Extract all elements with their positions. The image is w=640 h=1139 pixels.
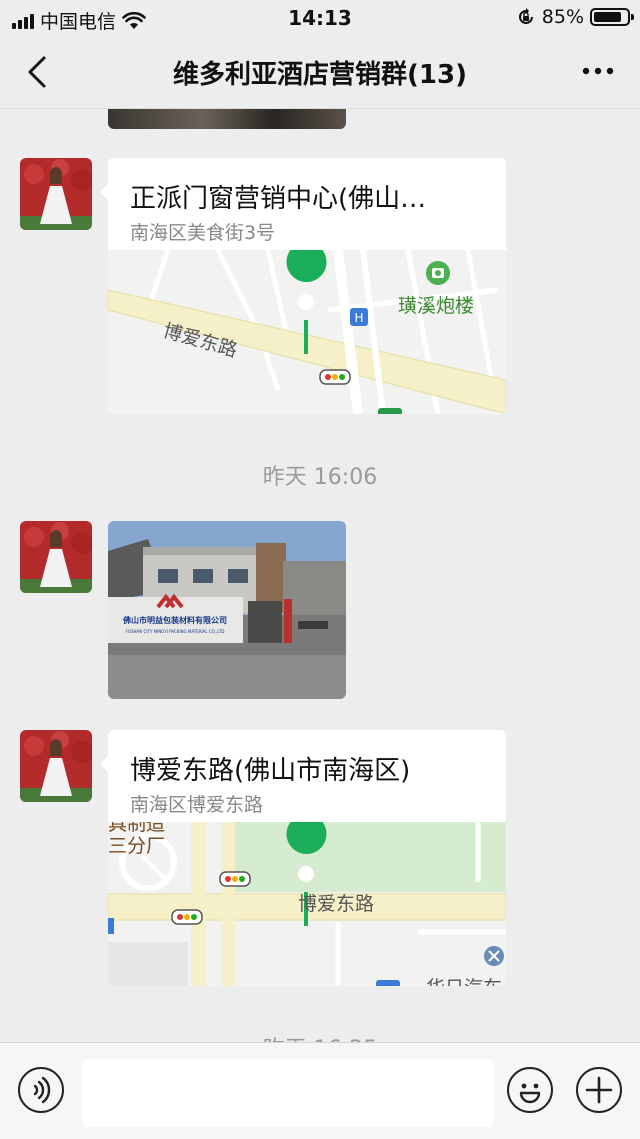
map-road-label: 博爱东路 <box>298 893 374 915</box>
sign-text-en: FOSHAN CITY MINGYI PACKING MATERIAL CO.,… <box>126 629 225 634</box>
svg-text:H: H <box>354 311 363 325</box>
avatar[interactable] <box>20 730 92 802</box>
location-name: 正派门窗营销中心(佛山… <box>130 184 427 214</box>
more-dots-icon <box>582 67 614 75</box>
map-label: 三分厂 <box>108 835 165 857</box>
previous-image-message[interactable] <box>108 109 346 129</box>
avatar[interactable] <box>20 158 92 230</box>
time-divider: 昨天 16:06 <box>262 465 378 490</box>
chat-title: 维多利亚酒店营销群(13) <box>173 60 467 90</box>
plus-icon <box>585 1076 613 1104</box>
location-message[interactable]: 正派门窗营销中心(佛山… 南海区美食街3号 H 博爱东路 璜溪炮楼 <box>108 158 506 414</box>
image-message[interactable]: 佛山市明益包装材料有限公司 FOSHAN CITY MINGYI PACKING… <box>108 521 346 699</box>
battery-icon <box>590 8 634 26</box>
location-message[interactable]: 博爱东路(佛山市南海区) 南海区博爱东路 博爱东路 具制造 三分厂 <box>108 730 506 986</box>
map-poi-label: 璜溪炮楼 <box>398 295 474 317</box>
location-address: 南海区博爱东路 <box>130 794 264 816</box>
voice-icon <box>33 1076 51 1104</box>
map-label: 华日汽车 <box>426 977 502 986</box>
emoji-button[interactable] <box>507 1067 553 1113</box>
location-name: 博爱东路(佛山市南海区) <box>130 756 411 786</box>
input-bar <box>0 1042 640 1139</box>
voice-button[interactable] <box>18 1067 64 1113</box>
avatar[interactable] <box>20 521 92 593</box>
time-divider: 昨天 16:25 <box>0 1031 640 1042</box>
more-functions-button[interactable] <box>576 1067 622 1113</box>
location-map: H 博爱东路 璜溪炮楼 <box>108 250 506 414</box>
back-button[interactable] <box>18 50 58 94</box>
location-address: 南海区美食街3号 <box>130 222 276 244</box>
chat-header: 维多利亚酒店营销群(13) <box>0 36 640 109</box>
chat-area[interactable]: 正派门窗营销中心(佛山… 南海区美食街3号 H 博爱东路 璜溪炮楼 昨天 16:… <box>0 109 640 1042</box>
chevron-left-icon <box>28 56 46 88</box>
battery-percent: 85% <box>541 6 584 28</box>
more-button[interactable] <box>578 58 618 84</box>
map-label: 具制造 <box>108 822 165 835</box>
emoji-icon <box>519 1083 541 1104</box>
location-map: 博爱东路 具制造 三分厂 华日汽车 <box>108 822 506 986</box>
sign-text: 佛山市明益包装材料有限公司 <box>122 615 227 625</box>
message-input[interactable] <box>82 1059 494 1127</box>
status-bar: 中国电信 14:13 85% <box>0 0 640 36</box>
rotation-lock-icon <box>518 8 533 24</box>
